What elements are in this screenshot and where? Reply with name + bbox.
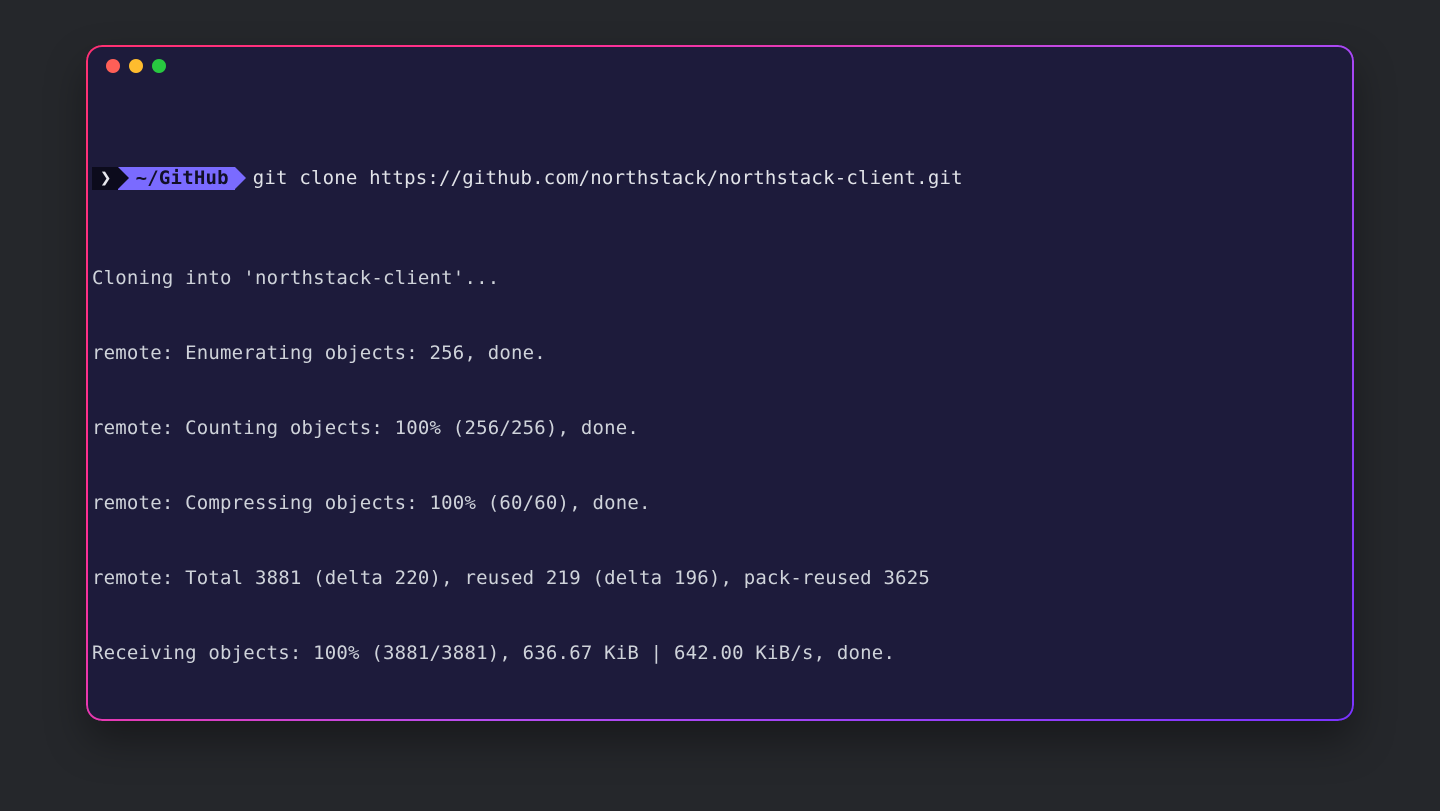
close-icon[interactable] (106, 59, 120, 73)
terminal-content[interactable]: ❯ ~/GitHub git clone https://github.com/… (90, 91, 1350, 721)
output-line: remote: Total 3881 (delta 220), reused 2… (92, 566, 1348, 591)
minimize-icon[interactable] (129, 59, 143, 73)
prompt-line-1: ❯ ~/GitHub git clone https://github.com/… (92, 166, 1348, 191)
traffic-lights (90, 59, 1350, 91)
output-line: remote: Enumerating objects: 256, done. (92, 341, 1348, 366)
prompt-path: ~/GitHub (118, 167, 235, 190)
output-line: remote: Counting objects: 100% (256/256)… (92, 416, 1348, 441)
prompt-chevron-icon: ❯ (92, 167, 118, 190)
output-line: Receiving objects: 100% (3881/3881), 636… (92, 641, 1348, 666)
output-line: Resolving deltas: 100% (2722/2722), done… (92, 716, 1348, 721)
output-line: Cloning into 'northstack-client'... (92, 266, 1348, 291)
maximize-icon[interactable] (152, 59, 166, 73)
command-text: git clone https://github.com/northstack/… (253, 166, 963, 191)
terminal-window[interactable]: ❯ ~/GitHub git clone https://github.com/… (86, 45, 1354, 721)
output-line: remote: Compressing objects: 100% (60/60… (92, 491, 1348, 516)
